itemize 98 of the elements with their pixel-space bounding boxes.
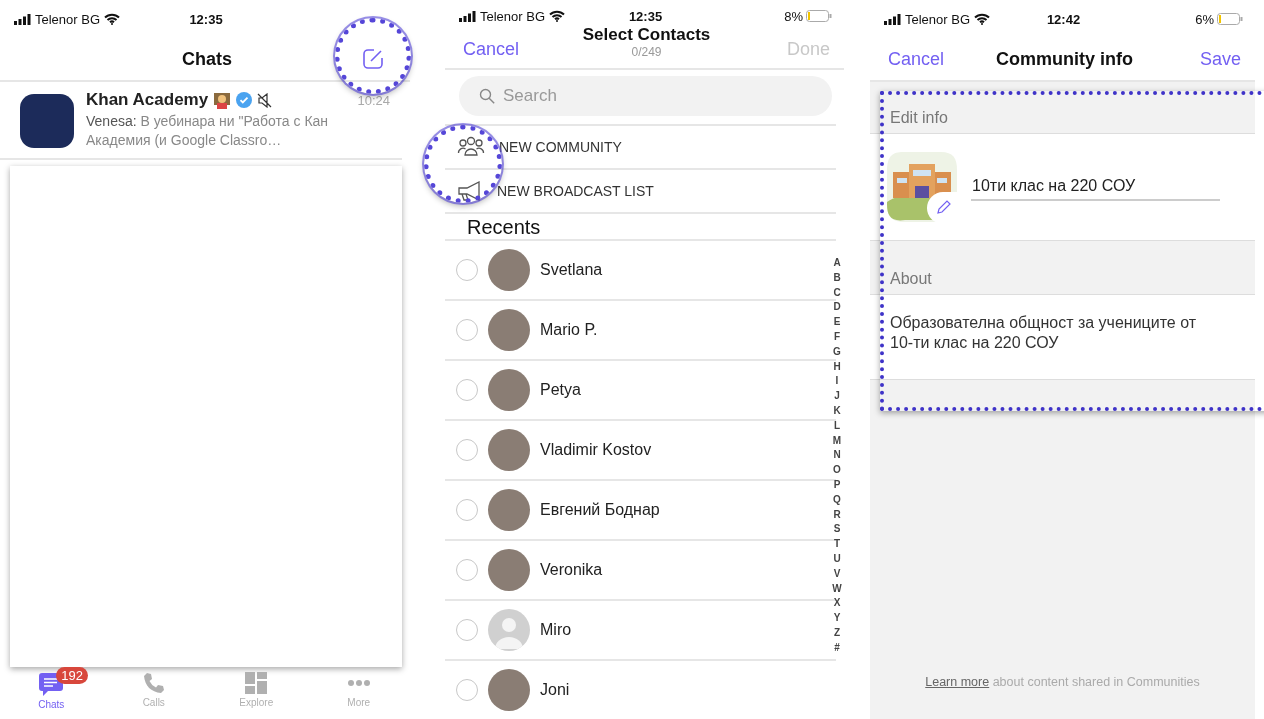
wifi-icon [104, 13, 121, 25]
photo-placeholder [488, 669, 530, 711]
wifi-icon [549, 10, 566, 23]
index-letter[interactable]: E [833, 315, 841, 330]
people-icon [457, 134, 485, 159]
phone-icon [141, 671, 166, 695]
megaphone-icon [457, 180, 483, 201]
search-icon [479, 87, 495, 104]
index-letter[interactable]: L [833, 418, 841, 434]
teacher-emoji-icon [213, 91, 232, 109]
wifi-icon [974, 13, 991, 25]
save-button[interactable]: Save [1199, 46, 1241, 72]
contact-row[interactable]: Joni [445, 659, 836, 719]
signal-icon [459, 10, 476, 22]
signal-icon [14, 13, 31, 25]
contact-name: Veronika [540, 561, 603, 579]
signal-icon [884, 13, 901, 25]
index-letter[interactable]: A [833, 256, 841, 271]
index-letter[interactable]: X [833, 596, 841, 612]
photo-placeholder [488, 369, 530, 411]
unread-badge: 192 [56, 667, 88, 684]
select-radio[interactable] [456, 379, 478, 401]
index-letter[interactable]: N [833, 448, 841, 464]
about-text[interactable]: Образователна общност за учениците от 10-ти клас на 220 СОУ [870, 295, 1255, 379]
grid-icon [244, 671, 269, 695]
index-letter[interactable]: K [833, 403, 841, 419]
screen-title: Select Contacts [582, 24, 711, 45]
section-title: Recents [445, 212, 836, 239]
index-letter[interactable]: # [834, 640, 840, 656]
index-letter[interactable]: D [833, 300, 841, 316]
screen-title: Community info [996, 48, 1133, 70]
photo-placeholder [488, 489, 530, 531]
action-row[interactable]: NEW COMMUNITY [445, 123, 836, 168]
status-time: 12:35 [628, 8, 663, 24]
default-avatar [488, 609, 530, 651]
footer-note: Learn more about content shared in Communities [924, 674, 1201, 691]
index-letter[interactable]: I [835, 374, 839, 390]
screen-title: Chats [182, 48, 232, 70]
index-letter[interactable]: G [833, 344, 841, 360]
group-avatar [20, 94, 74, 148]
contact-name: Vladimir Kostov [540, 441, 652, 459]
contact-name: Petya [540, 381, 581, 399]
more-icon [347, 680, 370, 686]
compose-icon[interactable] [362, 48, 384, 70]
select-radio[interactable] [456, 259, 478, 281]
select-radio[interactable] [456, 439, 478, 461]
cancel-button[interactable]: Cancel [888, 46, 945, 72]
index-letter[interactable]: P [833, 477, 841, 493]
index-letter[interactable]: H [833, 359, 841, 375]
contact-name: Miro [540, 621, 572, 639]
message-preview: Venesa: В уебинара ни "Работа с Кан Академия (и Google Classro… [86, 112, 330, 150]
photo-placeholder [488, 429, 530, 471]
index-letter[interactable]: F [833, 330, 841, 345]
select-radio[interactable] [456, 499, 478, 521]
status-time: 12:35 [189, 11, 223, 27]
contact-name: Mario P. [540, 321, 598, 339]
index-letter[interactable]: O [833, 463, 841, 478]
carrier-name: Telenor BG [905, 11, 971, 27]
photo-placeholder [488, 249, 530, 291]
battery-percent: 6% [1195, 11, 1214, 27]
selected-count: 0/249 [631, 44, 662, 59]
index-letter[interactable]: Z [833, 625, 841, 641]
index-letter[interactable]: R [833, 507, 841, 523]
chat-row[interactable]: Khan Academy 10:24 Venesa: В уебинара ни "Работа с Кан Академия (и Google Classro… [0, 82, 402, 160]
select-radio[interactable] [456, 679, 478, 701]
learn-more-link[interactable]: Learn more [925, 674, 990, 689]
select-radio[interactable] [456, 619, 478, 641]
index-letter[interactable]: U [833, 551, 841, 567]
carrier-name: Telenor BG [480, 8, 546, 24]
status-time: 12:42 [1046, 11, 1081, 27]
select-radio[interactable] [456, 319, 478, 341]
contact-name: Svetlana [540, 261, 603, 279]
index-letter[interactable]: J [834, 389, 840, 404]
index-letter[interactable]: Q [833, 492, 841, 508]
index-letter[interactable]: B [833, 270, 841, 286]
community-name-field[interactable]: 10ти клас на 220 СОУ [971, 173, 1220, 201]
contact-name: Евгений Боднар [540, 501, 660, 519]
action-label: NEW COMMUNITY [499, 138, 622, 155]
index-letter[interactable]: C [833, 285, 841, 301]
action-row[interactable]: NEW BROADCAST LIST [445, 167, 836, 212]
index-letter[interactable]: S [833, 522, 841, 538]
photo-placeholder [488, 309, 530, 351]
cancel-button[interactable]: Cancel [463, 37, 520, 63]
pencil-icon [935, 200, 951, 216]
battery-percent: 8% [784, 8, 803, 24]
select-radio[interactable] [456, 559, 478, 581]
carrier-name: Telenor BG [35, 11, 101, 27]
index-letter[interactable]: T [833, 537, 841, 552]
battery-icon [1217, 13, 1243, 25]
chat-name: Khan Academy [86, 90, 209, 110]
index-letter[interactable]: V [833, 566, 841, 582]
search-field[interactable]: Search [459, 75, 832, 116]
photo-placeholder [488, 549, 530, 591]
battery-icon [806, 10, 832, 23]
contact-name: Joni [540, 681, 570, 699]
chat-time: 10:24 [357, 92, 390, 108]
index-letter[interactable]: Y [833, 611, 841, 626]
action-label: NEW BROADCAST LIST [497, 182, 654, 199]
